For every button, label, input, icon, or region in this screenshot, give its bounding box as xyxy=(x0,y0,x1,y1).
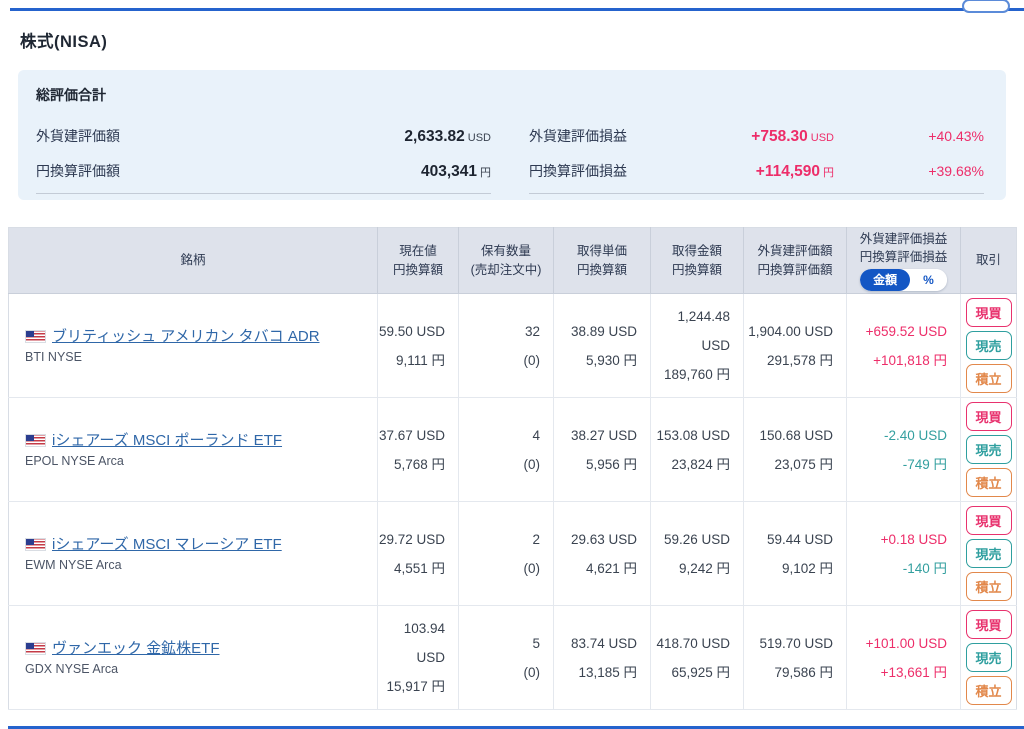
quantity-cell: 4(0) xyxy=(459,398,554,502)
buy-button[interactable]: 現買 xyxy=(966,402,1012,431)
table-header-row: 銘柄 現在値円換算額 保有数量(売却注文中) 取得単価円換算額 取得金額円換算額… xyxy=(9,228,1017,294)
cost-price-cell: 38.27 USD5,956 円 xyxy=(554,398,651,502)
cost-amount-cell: 418.70 USD65,925 円 xyxy=(651,606,744,710)
accumulate-button[interactable]: 積立 xyxy=(966,468,1012,497)
stock-ticker: EPOL NYSE Arca xyxy=(25,452,377,470)
jpy-gain-percent: +39.68% xyxy=(834,163,984,179)
current-price-cell: 103.94 USD15,917 円 xyxy=(378,606,459,710)
gain-cell: -2.40 USD-749 円 xyxy=(847,398,961,502)
gain-display-toggle: 金額% xyxy=(860,269,947,291)
jpy-valuation-unit: 円 xyxy=(480,167,491,179)
table-row: ブリティッシュ アメリカン タバコ ADR BTI NYSE 59.50 USD… xyxy=(9,294,1017,398)
header-cost-amount: 取得金額円換算額 xyxy=(651,228,744,294)
sell-button[interactable]: 現売 xyxy=(966,643,1012,672)
cost-amount-cell: 153.08 USD23,824 円 xyxy=(651,398,744,502)
header-gain: 外貨建評価損益円換算評価損益 金額% xyxy=(847,228,961,294)
stock-link[interactable]: ヴァンエック 金鉱株ETF xyxy=(52,640,220,657)
buy-button[interactable]: 現買 xyxy=(966,298,1012,327)
cost-price-cell: 83.74 USD13,185 円 xyxy=(554,606,651,710)
current-price-cell: 29.72 USD4,551 円 xyxy=(378,502,459,606)
jpy-valuation-value: 403,341 xyxy=(421,163,477,180)
current-price-cell: 59.50 USD9,111 円 xyxy=(378,294,459,398)
fc-valuation-value: 2,633.82 xyxy=(404,128,464,145)
top-divider xyxy=(10,8,1024,11)
fc-valuation-unit: USD xyxy=(468,132,491,144)
jpy-gain-label: 円換算評価損益 xyxy=(529,161,627,181)
valuation-cell: 519.70 USD79,586 円 xyxy=(744,606,847,710)
valuation-cell: 150.68 USD23,075 円 xyxy=(744,398,847,502)
stock-link[interactable]: iシェアーズ MSCI ポーランド ETF xyxy=(52,432,282,449)
valuation-cell: 1,904.00 USD291,578 円 xyxy=(744,294,847,398)
header-symbol: 銘柄 xyxy=(9,228,378,294)
stock-cell: ブリティッシュ アメリカン タバコ ADR BTI NYSE xyxy=(9,294,378,398)
fc-valuation-label: 外貨建評価額 xyxy=(36,126,120,146)
accumulate-button[interactable]: 積立 xyxy=(966,364,1012,393)
table-row: iシェアーズ MSCI ポーランド ETF EPOL NYSE Arca 37.… xyxy=(9,398,1017,502)
stock-link[interactable]: ブリティッシュ アメリカン タバコ ADR xyxy=(52,328,320,345)
stock-ticker: BTI NYSE xyxy=(25,348,377,366)
buy-button[interactable]: 現買 xyxy=(966,610,1012,639)
summary-valuation-column: 外貨建評価額 2,633.82 USD 円換算評価額 403,341円 xyxy=(36,111,491,194)
us-flag-icon xyxy=(25,642,46,655)
trade-cell: 現買 現売 積立 xyxy=(961,398,1017,502)
accumulate-button[interactable]: 積立 xyxy=(966,572,1012,601)
cost-price-cell: 29.63 USD4,621 円 xyxy=(554,502,651,606)
stock-cell: ヴァンエック 金鉱株ETF GDX NYSE Arca xyxy=(9,606,378,710)
table-row: iシェアーズ MSCI マレーシア ETF EWM NYSE Arca 29.7… xyxy=(9,502,1017,606)
header-trade: 取引 xyxy=(961,228,1017,294)
accumulate-button[interactable]: 積立 xyxy=(966,676,1012,705)
sell-button[interactable]: 現売 xyxy=(966,435,1012,464)
total-valuation-panel: 総評価合計 外貨建評価額 2,633.82USD 円換算評価額 403,341円… xyxy=(18,70,1006,200)
toggle-percent-button[interactable]: % xyxy=(910,269,947,291)
stock-ticker: GDX NYSE Arca xyxy=(25,660,377,678)
gain-cell: +659.52 USD+101,818 円 xyxy=(847,294,961,398)
valuation-cell: 59.44 USD9,102 円 xyxy=(744,502,847,606)
quantity-cell: 32(0) xyxy=(459,294,554,398)
page-title: 株式(NISA) xyxy=(20,28,1024,52)
stock-ticker: EWM NYSE Arca xyxy=(25,556,377,574)
table-row: ヴァンエック 金鉱株ETF GDX NYSE Arca 103.94 USD15… xyxy=(9,606,1017,710)
gain-cell: +0.18 USD-140 円 xyxy=(847,502,961,606)
us-flag-icon xyxy=(25,330,46,343)
jpy-gain-value: +114,590 xyxy=(756,163,820,180)
header-valuation: 外貨建評価額円換算評価額 xyxy=(744,228,847,294)
us-flag-icon xyxy=(25,434,46,447)
stock-link[interactable]: iシェアーズ MSCI マレーシア ETF xyxy=(52,536,282,553)
fc-gain-label: 外貨建評価損益 xyxy=(529,126,627,146)
current-price-cell: 37.67 USD5,768 円 xyxy=(378,398,459,502)
buy-button[interactable]: 現買 xyxy=(966,506,1012,535)
fc-gain-percent: +40.43% xyxy=(834,128,984,144)
sell-button[interactable]: 現売 xyxy=(966,539,1012,568)
cost-amount-cell: 59.26 USD9,242 円 xyxy=(651,502,744,606)
holdings-table: 銘柄 現在値円換算額 保有数量(売却注文中) 取得単価円換算額 取得金額円換算額… xyxy=(8,227,1017,710)
header-quantity: 保有数量(売却注文中) xyxy=(459,228,554,294)
gain-cell: +101.00 USD+13,661 円 xyxy=(847,606,961,710)
header-current-price: 現在値円換算額 xyxy=(378,228,459,294)
sell-button[interactable]: 現売 xyxy=(966,331,1012,360)
cropped-top-button[interactable] xyxy=(962,0,1010,13)
toggle-amount-button[interactable]: 金額 xyxy=(860,269,910,291)
quantity-cell: 5(0) xyxy=(459,606,554,710)
trade-cell: 現買 現売 積立 xyxy=(961,606,1017,710)
us-flag-icon xyxy=(25,538,46,551)
fc-gain-unit: USD xyxy=(811,132,834,144)
cost-price-cell: 38.89 USD5,930 円 xyxy=(554,294,651,398)
jpy-gain-unit: 円 xyxy=(823,167,834,179)
jpy-valuation-label: 円換算評価額 xyxy=(36,161,120,181)
summary-gain-column: 外貨建評価損益 +758.30 USD +40.43% 円換算評価損益 +114,… xyxy=(529,111,984,194)
quantity-cell: 2(0) xyxy=(459,502,554,606)
header-cost-price: 取得単価円換算額 xyxy=(554,228,651,294)
trade-cell: 現買 現売 積立 xyxy=(961,294,1017,398)
trade-cell: 現買 現売 積立 xyxy=(961,502,1017,606)
summary-title: 総評価合計 xyxy=(36,85,984,105)
stock-cell: iシェアーズ MSCI ポーランド ETF EPOL NYSE Arca xyxy=(9,398,378,502)
stock-cell: iシェアーズ MSCI マレーシア ETF EWM NYSE Arca xyxy=(9,502,378,606)
cost-amount-cell: 1,244.48 USD189,760 円 xyxy=(651,294,744,398)
fc-gain-value: +758.30 xyxy=(751,128,807,145)
